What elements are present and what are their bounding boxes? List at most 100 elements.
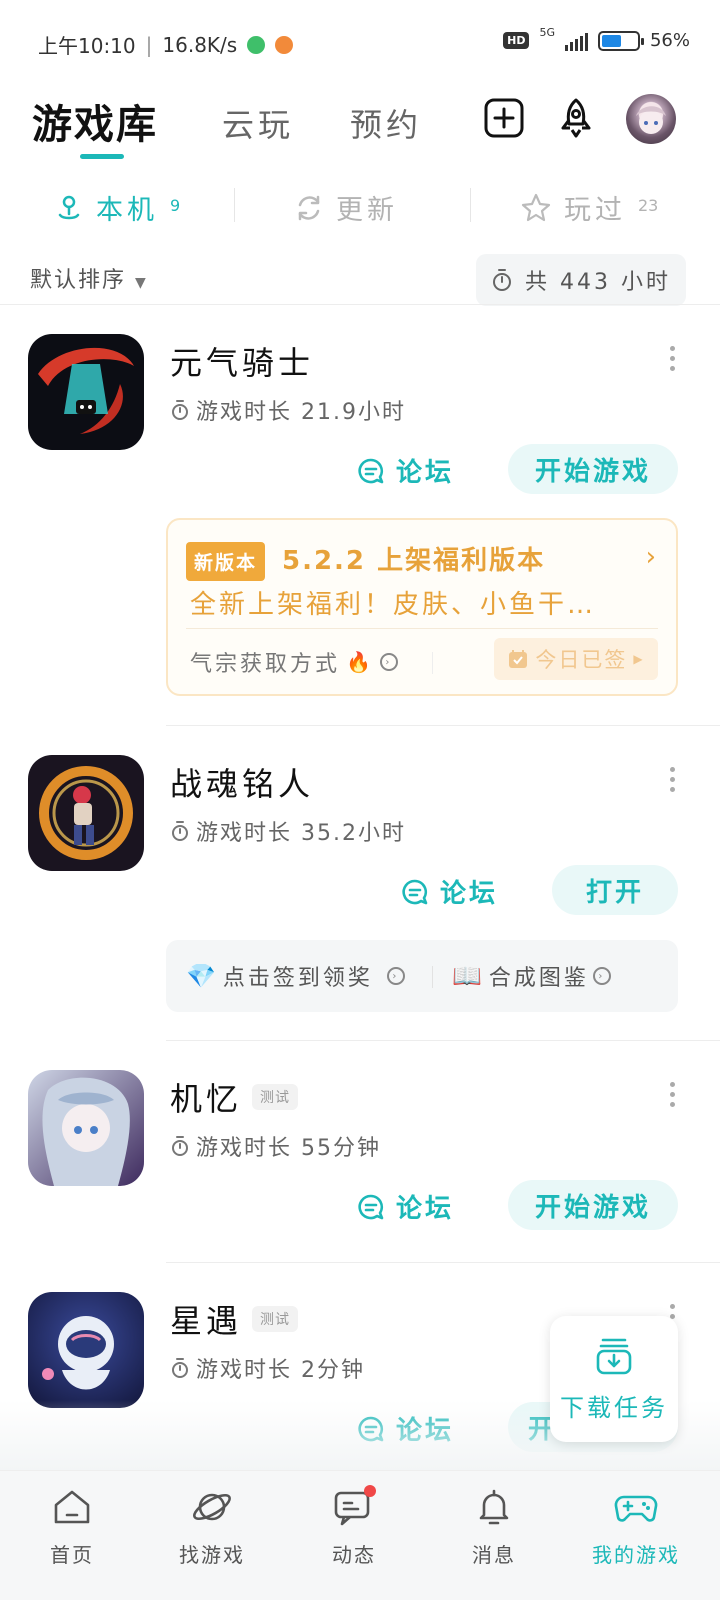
tab-game-library[interactable]: 游戏库 <box>32 92 158 150</box>
add-icon[interactable] <box>482 96 526 140</box>
diamond-icon: 💎 <box>186 962 219 990</box>
more-options-icon[interactable] <box>670 1082 676 1107</box>
sort-label: 默认排序 <box>30 268 127 293</box>
subtab-played-label: 玩过 <box>564 195 626 226</box>
forum-icon <box>358 1194 384 1219</box>
game-name-text: 机忆 <box>170 1080 243 1118</box>
version-promo-card[interactable]: 新版本 5.2.2 上架福利版本 › 全新上架福利！皮肤、小鱼干… 气宗获取方式… <box>166 518 678 696</box>
hd-icon: HD <box>503 32 530 49</box>
forum-button[interactable]: 论坛 <box>356 1188 454 1225</box>
status-bar: 上午10:10 | 16.8K/s HD 5G 56% <box>0 0 720 88</box>
beta-tag: 测试 <box>252 1306 299 1332</box>
game-playtime-text: 游戏时长 35.2小时 <box>196 821 406 846</box>
game-playtime: 游戏时长 2分钟 <box>170 1352 365 1384</box>
nav-find-games[interactable]: 找游戏 <box>140 1485 284 1568</box>
collection-link[interactable]: 📖 合成图鉴 › <box>452 960 611 992</box>
home-icon <box>50 1485 94 1529</box>
star-icon <box>521 193 551 221</box>
tab-cloud-play[interactable]: 云玩 <box>222 100 294 146</box>
battery-icon <box>597 30 644 51</box>
subtab-local-label: 本机 <box>96 195 158 226</box>
promo-link-label: 气宗获取方式 <box>190 652 341 677</box>
collection-label: 合成图鉴 <box>488 966 589 991</box>
timer-icon <box>172 821 188 841</box>
top-header: 游戏库 云玩 预约 <box>0 88 720 168</box>
wechat-icon <box>247 35 266 54</box>
game-playtime: 游戏时长 21.9小时 <box>170 394 406 426</box>
game-playtime-text: 游戏时长 55分钟 <box>196 1136 381 1161</box>
forum-label: 论坛 <box>396 1194 455 1224</box>
game-icon-jiyi[interactable] <box>28 1070 144 1186</box>
game-icon-soul-warriors[interactable] <box>28 755 144 871</box>
subtab-local-count: 9 <box>170 196 181 215</box>
nav-home[interactable]: 首页 <box>0 1485 144 1568</box>
signed-today-button[interactable]: 今日已签 ▶ <box>494 638 658 680</box>
start-game-button[interactable]: 开始游戏 <box>508 444 678 494</box>
checkin-link[interactable]: 💎 点击签到领奖 › <box>186 960 405 992</box>
quick-links-separator <box>432 966 433 988</box>
subtab-separator <box>470 188 471 222</box>
game-playtime-text: 游戏时长 2分钟 <box>196 1358 365 1383</box>
game-icon-xingyu[interactable] <box>28 1292 144 1408</box>
promo-link[interactable]: 气宗获取方式 🔥 › <box>190 646 398 678</box>
more-options-icon[interactable] <box>670 346 676 371</box>
tab-reserve[interactable]: 预约 <box>350 100 422 146</box>
game-playtime: 游戏时长 55分钟 <box>170 1130 381 1162</box>
user-avatar[interactable] <box>626 94 676 144</box>
open-game-button[interactable]: 打开 <box>552 865 678 915</box>
refresh-icon <box>298 195 320 220</box>
chevron-right-icon[interactable]: › <box>646 542 656 572</box>
game-name: 元气骑士 <box>170 344 315 382</box>
forum-button[interactable]: 论坛 <box>400 873 498 910</box>
subtab-update[interactable]: 更新 <box>294 188 398 227</box>
new-version-badge: 新版本 <box>186 542 266 581</box>
nav-messages[interactable]: 消息 <box>422 1485 566 1568</box>
gamepad-icon <box>614 1485 658 1529</box>
planet-icon <box>190 1485 234 1529</box>
active-tab-indicator <box>80 154 124 159</box>
battery-text: 56% <box>649 30 690 51</box>
forum-label: 论坛 <box>440 879 499 909</box>
subtab-played[interactable]: 玩过 23 <box>520 188 658 227</box>
signal-icon <box>564 31 588 51</box>
timer-icon <box>172 1136 188 1156</box>
timer-icon <box>172 1358 188 1378</box>
circle-arrow-icon: › <box>386 967 405 985</box>
game-playtime-text: 游戏时长 21.9小时 <box>196 400 406 425</box>
list-divider <box>166 1040 720 1041</box>
promo-description: 全新上架福利！皮肤、小鱼干… <box>190 590 597 620</box>
beta-tag: 测试 <box>252 1084 299 1110</box>
forum-icon <box>402 879 428 904</box>
nav-my-games[interactable]: 我的游戏 <box>564 1485 708 1568</box>
rocket-icon[interactable] <box>554 96 598 140</box>
circle-arrow-icon: › <box>379 653 398 671</box>
download-tasks-button[interactable]: 下载任务 <box>550 1316 678 1442</box>
subtab-separator <box>234 188 235 222</box>
forum-button[interactable]: 论坛 <box>356 452 454 489</box>
game-name: 机忆 测试 <box>170 1074 299 1120</box>
game-playtime: 游戏时长 35.2小时 <box>170 815 406 847</box>
download-tray-icon <box>596 1338 632 1374</box>
start-game-button[interactable]: 开始游戏 <box>508 1180 678 1230</box>
notification-dot <box>364 1485 376 1497</box>
nav-feed[interactable]: 动态 <box>282 1485 426 1568</box>
calendar-check-icon <box>509 650 528 668</box>
list-divider <box>166 1262 720 1263</box>
filter-tabs: 本机 9 更新 玩过 23 <box>0 180 720 232</box>
forum-label: 论坛 <box>396 458 455 488</box>
more-options-icon[interactable] <box>670 767 676 792</box>
total-playtime: 共 443 小时 <box>476 254 686 306</box>
list-divider <box>166 725 720 726</box>
app-notification-icon <box>275 35 294 54</box>
sort-dropdown[interactable]: 默认排序 ▼ <box>30 262 148 294</box>
subtab-update-label: 更新 <box>336 195 398 226</box>
list-divider <box>0 304 720 305</box>
game-icon-soul-knight[interactable] <box>28 334 144 450</box>
promo-vertical-separator <box>432 652 433 674</box>
status-speed: 16.8K/s <box>162 32 238 57</box>
chat-bubble-icon <box>332 1485 376 1529</box>
circle-arrow-icon: › <box>592 967 611 985</box>
triangle-right-icon: ▶ <box>633 652 645 666</box>
caret-down-icon: ▼ <box>135 275 148 291</box>
subtab-local[interactable]: 本机 9 <box>54 188 180 227</box>
